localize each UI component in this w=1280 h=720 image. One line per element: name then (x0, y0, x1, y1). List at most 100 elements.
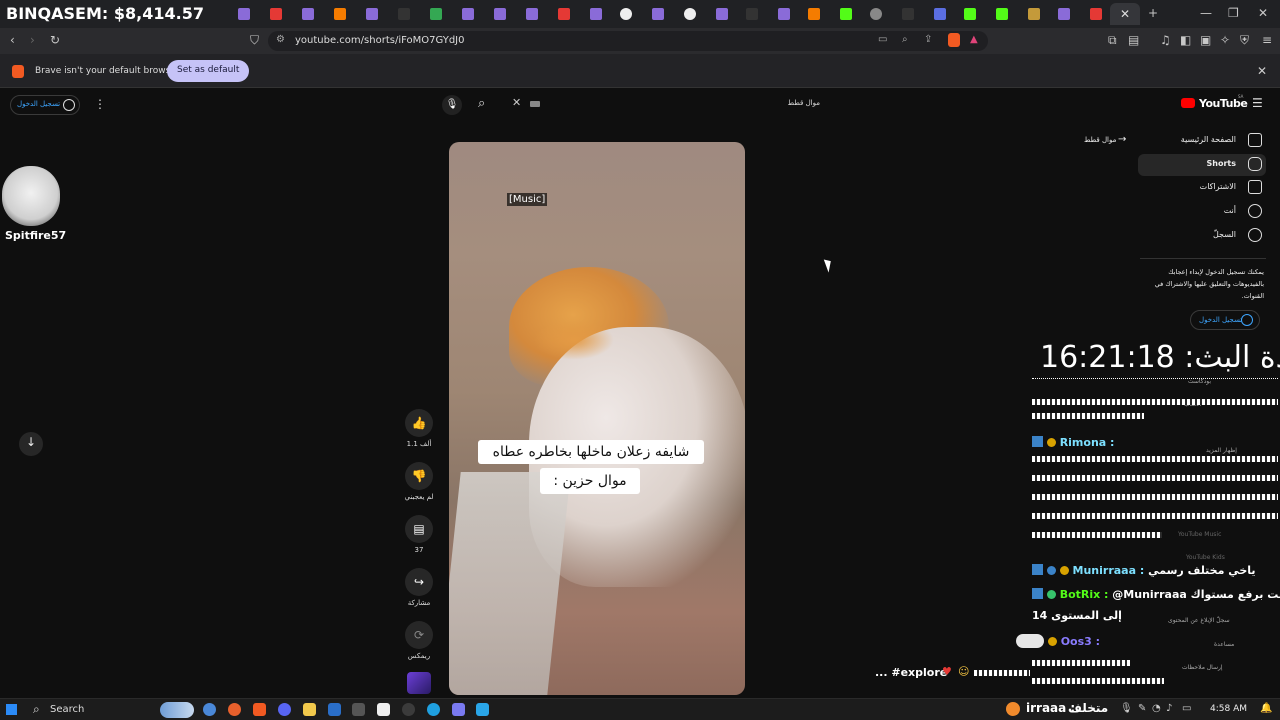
tab-icon[interactable] (684, 8, 696, 20)
next-short-button[interactable]: ↓ (19, 432, 43, 456)
tab-icon[interactable] (996, 8, 1008, 20)
tab-icon[interactable] (526, 8, 538, 20)
sidebar-item-youtube-kids[interactable]: YouTube Kids (1186, 554, 1225, 561)
tab-icon[interactable] (808, 8, 820, 20)
shorts-video-player[interactable]: [Music] شايفه زعلان ماخلها بخاطره عطاه م… (449, 142, 745, 695)
close-tab-icon[interactable]: ✕ (1120, 7, 1130, 21)
share-button[interactable]: ↪ مشاركة (403, 568, 435, 607)
notifications-icon[interactable]: 🔔 (1260, 703, 1272, 714)
tab-icon[interactable] (1028, 8, 1040, 20)
taskbar-search[interactable]: Search (50, 704, 84, 715)
brave-rewards-icon[interactable]: ▲ (970, 34, 978, 45)
back-icon[interactable]: ‹ (10, 33, 15, 47)
sidebar-item-you[interactable]: أنت (1136, 201, 1266, 223)
music-icon[interactable]: ♫ (1160, 33, 1171, 47)
vpn-icon[interactable]: ⛨ (1240, 33, 1249, 48)
extensions-icon[interactable]: ⧉ (1108, 33, 1117, 48)
wallet-icon[interactable]: ▣ (1200, 33, 1211, 47)
bookmark-icon[interactable]: ⛉ (250, 33, 259, 48)
copilot-icon[interactable] (203, 703, 216, 716)
tab-icon[interactable] (964, 8, 976, 20)
reload-icon[interactable]: ↻ (50, 33, 60, 47)
tab-icon[interactable] (716, 8, 728, 20)
clock[interactable]: 4:58 AM (1210, 704, 1247, 714)
set-default-button[interactable]: Set as default (167, 60, 250, 82)
close-window-icon[interactable]: ✕ (1258, 6, 1268, 20)
app-icon[interactable] (228, 703, 241, 716)
sidebar-toggle-icon[interactable]: ▤ (1128, 33, 1139, 47)
tab-icon[interactable] (270, 8, 282, 20)
more-options-icon[interactable]: ⋮ (94, 97, 106, 111)
brave-icon[interactable] (253, 703, 266, 716)
sidebar-item-history[interactable]: السجلّ (1136, 225, 1266, 247)
battery-icon[interactable]: ▭ (1182, 703, 1191, 714)
search-input[interactable]: موال قطط (788, 99, 820, 107)
minimize-icon[interactable]: — (1200, 6, 1212, 20)
tab-icon[interactable] (334, 8, 346, 20)
tab-icon[interactable] (366, 8, 378, 20)
sidebar-item-home[interactable]: الصفحة الرئيسية (1136, 130, 1266, 152)
reader-icon[interactable]: ◧ (1180, 33, 1191, 47)
tab-icon[interactable] (620, 8, 632, 20)
leo-icon[interactable]: ✧ (1220, 33, 1230, 47)
app-icon[interactable] (328, 703, 341, 716)
tab-icon[interactable] (902, 8, 914, 20)
back-to-search-link[interactable]: موال قطط → (1084, 134, 1130, 148)
app-icon[interactable] (452, 703, 465, 716)
telegram-icon[interactable] (476, 703, 489, 716)
pen-icon[interactable]: ✎ (1138, 703, 1146, 714)
share-icon[interactable]: ⇪ (924, 34, 932, 45)
tab-icon[interactable] (746, 8, 758, 20)
discord-icon[interactable] (278, 703, 291, 716)
maximize-icon[interactable]: ❐ (1228, 6, 1239, 20)
tab-icon[interactable] (398, 8, 410, 20)
tab-icon[interactable] (558, 8, 570, 20)
tab-icon[interactable] (934, 8, 946, 20)
obs-icon[interactable] (377, 703, 390, 716)
tab-icon[interactable] (494, 8, 506, 20)
tab-icon[interactable] (840, 8, 852, 20)
search-icon[interactable]: ⌕ (478, 96, 485, 111)
tab-icon[interactable] (590, 8, 602, 20)
brave-shields-icon[interactable] (948, 33, 960, 47)
tab-icon[interactable] (1058, 8, 1070, 20)
tab-icon[interactable] (652, 8, 664, 20)
volume-icon[interactable]: ♪ (1166, 703, 1172, 714)
tab-icon[interactable] (462, 8, 474, 20)
file-explorer-icon[interactable] (303, 703, 316, 716)
comments-button[interactable]: ▤ 37 (403, 515, 435, 554)
new-tab-icon[interactable]: + (1148, 6, 1158, 20)
sidebar-item-shorts[interactable]: Shorts (1138, 154, 1266, 176)
sidebar-item-subscriptions[interactable]: الاشتراكات (1136, 177, 1266, 199)
wifi-icon[interactable]: ◔ (1152, 703, 1161, 714)
tab-icon[interactable] (302, 8, 314, 20)
hamburger-menu-icon[interactable]: ☰ (1252, 96, 1263, 110)
active-tab[interactable]: ✕ (1110, 3, 1140, 25)
search-icon[interactable]: ⌕ (33, 702, 40, 717)
remix-button[interactable]: ⟳ ريمكس (403, 621, 435, 660)
voice-search-icon[interactable]: 🎙 (442, 95, 462, 115)
app-icon[interactable] (352, 703, 365, 716)
close-infobar-icon[interactable]: ✕ (1257, 64, 1267, 78)
dislike-button[interactable]: 👎 لم يعجبني (403, 462, 435, 501)
like-button[interactable]: 👍 1.1 ألف (403, 409, 435, 448)
windows-start-icon[interactable] (6, 704, 17, 715)
signin-button[interactable]: تسجيل الدخول (10, 95, 80, 115)
site-info-icon[interactable]: ⚙ (276, 34, 285, 45)
keyboard-icon[interactable] (530, 101, 540, 107)
tab-icon[interactable] (778, 8, 790, 20)
tab-icon[interactable] (870, 8, 882, 20)
youtube-logo-icon[interactable] (1181, 98, 1195, 108)
sound-thumbnail[interactable] (407, 672, 431, 694)
cast-icon[interactable]: ▭ (878, 34, 887, 45)
sidebar-signin-button[interactable]: تسجيل الدخول (1190, 310, 1260, 330)
url-field[interactable]: ⚙ youtube.com/shorts/iFoMO7GYdJ0 ▭ ⌕ ⇪ ▲ (268, 31, 988, 51)
app-icon[interactable] (402, 703, 415, 716)
forward-icon[interactable]: › (30, 33, 35, 47)
tab-icon[interactable] (238, 8, 250, 20)
microphone-icon[interactable]: 🎙 (1120, 703, 1133, 714)
clear-search-icon[interactable]: ✕ (512, 96, 521, 109)
menu-icon[interactable]: ≡ (1262, 33, 1272, 47)
app-icon[interactable] (427, 703, 440, 716)
tab-icon[interactable] (1090, 8, 1102, 20)
